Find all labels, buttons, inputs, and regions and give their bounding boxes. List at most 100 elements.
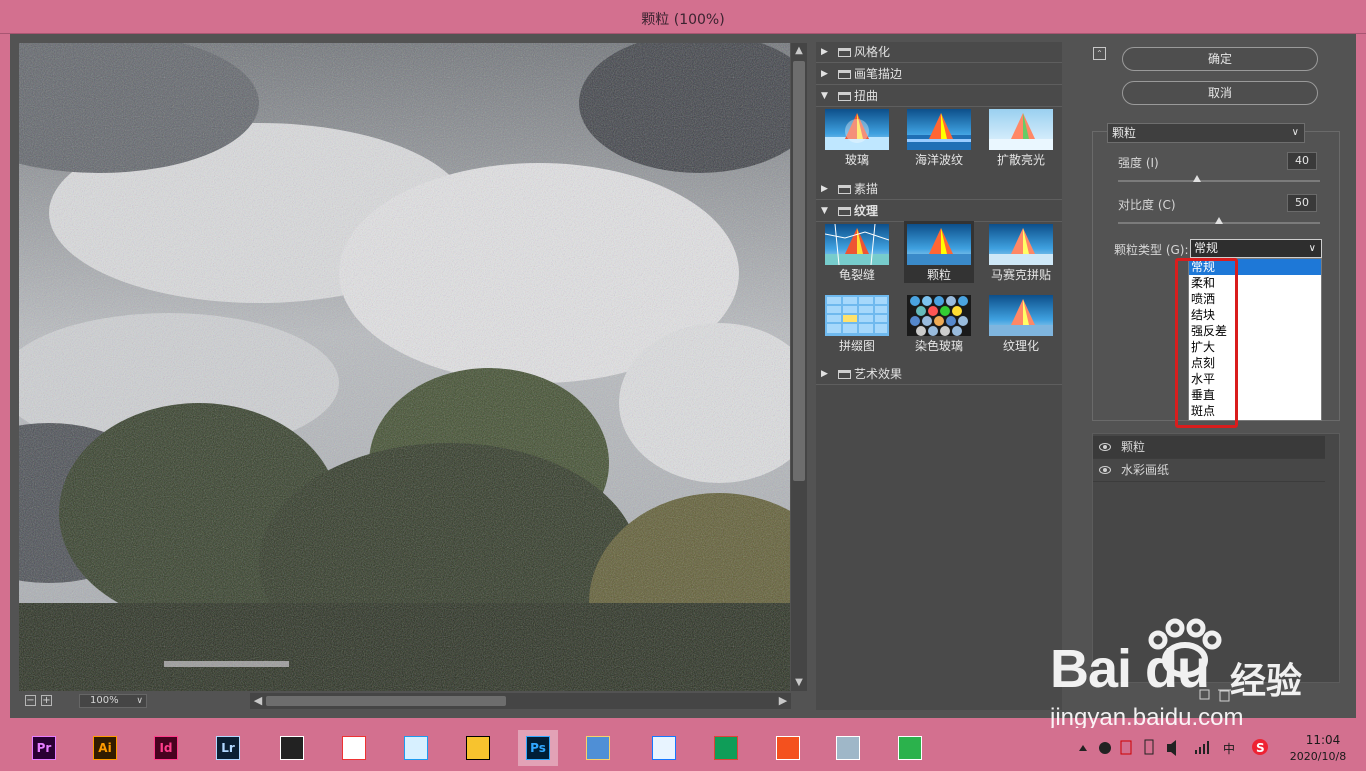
volume-icon — [1167, 740, 1176, 756]
filter-thumb-mosaic-tiles[interactable]: 马赛克拼贴 — [986, 221, 1056, 283]
taskbar-app-ai[interactable]: Ai — [85, 730, 125, 766]
scroll-down-arrow-icon[interactable]: ▼ — [791, 675, 807, 691]
photo-landscape — [19, 43, 790, 691]
usb-icon — [1144, 739, 1154, 755]
effect-layer-item[interactable]: 颗粒 — [1093, 436, 1325, 459]
category-label: 艺术效果 — [854, 367, 903, 381]
collapse-gallery-icon[interactable]: ⌃ — [1093, 47, 1106, 60]
contrast-input[interactable]: 50 — [1287, 194, 1317, 212]
thumb-image — [825, 109, 889, 150]
expand-arrow-icon: ▶ — [821, 47, 828, 57]
zoom-level-select[interactable]: 100% ∨ — [79, 694, 147, 708]
app-icon — [652, 736, 676, 760]
scroll-up-arrow-icon[interactable]: ▲ — [791, 43, 807, 59]
title-bar: 颗粒 (100%) — [0, 0, 1366, 34]
show-hidden-icons-icon — [1079, 745, 1087, 751]
category-brush-strokes[interactable]: ▶ 画笔描边 — [816, 64, 1062, 85]
category-stylize[interactable]: ▶ 风格化 — [816, 42, 1062, 63]
filter-thumb-stained-glass[interactable]: 染色玻璃 — [904, 292, 974, 354]
filter-type-select[interactable]: 颗粒 ∨ — [1107, 123, 1305, 143]
vertical-scroll-thumb[interactable] — [793, 61, 805, 481]
filter-thumb-texturizer[interactable]: 纹理化 — [986, 292, 1056, 354]
category-label: 画笔描边 — [854, 67, 903, 81]
taskbar-app-app-11[interactable] — [706, 730, 746, 766]
contrast-label: 对比度 (C) — [1118, 198, 1176, 212]
slider-handle[interactable] — [1215, 217, 1223, 224]
thumb-image — [907, 224, 971, 265]
zoom-in-button[interactable]: + — [41, 695, 52, 706]
image-preview[interactable] — [19, 43, 790, 691]
chevron-down-icon: ∨ — [1291, 127, 1299, 138]
taskbar-app-pr[interactable]: Pr — [24, 730, 64, 766]
clock-date[interactable]: 2020/10/8 — [1283, 750, 1353, 763]
eye-visibility-icon[interactable] — [1099, 466, 1111, 474]
zoom-out-button[interactable]: − — [25, 695, 36, 706]
app-icon — [898, 736, 922, 760]
filter-label: 马赛克拼贴 — [990, 268, 1051, 282]
horizontal-scroll-thumb[interactable] — [266, 696, 506, 706]
ok-button[interactable]: 确定 — [1122, 47, 1318, 71]
app-icon — [342, 736, 366, 760]
scroll-right-arrow-icon[interactable]: ▶ — [775, 693, 791, 709]
system-tray: 中 S 11:04 2020/10/8 — [1075, 728, 1366, 768]
category-sketch[interactable]: ▶ 素描 — [816, 179, 1062, 200]
filter-thumb-diffuse-glow[interactable]: 扩散亮光 — [986, 106, 1056, 168]
folder-open-icon — [838, 207, 851, 216]
taskbar-app-app-10[interactable] — [644, 730, 684, 766]
grain-type-select[interactable]: 常规 ∨ — [1190, 239, 1322, 258]
intensity-input[interactable]: 40 — [1287, 152, 1317, 170]
thumb-image — [989, 295, 1053, 336]
network-icon — [1195, 741, 1209, 754]
app-icon: Ai — [93, 736, 117, 760]
chevron-down-icon: ∨ — [136, 696, 143, 706]
taskbar-app-ps[interactable]: Ps — [518, 730, 558, 766]
folder-open-icon — [838, 92, 851, 101]
clock-time[interactable]: 11:04 — [1293, 733, 1353, 747]
app-icon — [586, 736, 610, 760]
scroll-left-arrow-icon[interactable]: ◀ — [250, 693, 266, 709]
filter-options-panel: ⌃ 确定 取消 颗粒 ∨ 强度 (I) 40 对比度 (C) 50 颗粒类型 (… — [1080, 42, 1340, 710]
category-label: 扭曲 — [854, 89, 879, 103]
thumb-image — [825, 224, 889, 265]
ime-indicator[interactable]: 中 — [1223, 740, 1235, 757]
taskbar-app-app-9[interactable] — [578, 730, 618, 766]
category-artistic[interactable]: ▶ 艺术效果 — [816, 364, 1062, 385]
category-label: 素描 — [854, 182, 879, 196]
svg-text:S: S — [1256, 741, 1265, 755]
intensity-slider[interactable] — [1118, 175, 1320, 182]
preview-horizontal-scrollbar[interactable]: ◀ ▶ — [250, 693, 791, 709]
filter-thumb-patchwork[interactable]: 拼缀图 — [822, 292, 892, 354]
filter-thumb-craquelure[interactable]: 龟裂缝 — [822, 221, 892, 283]
preview-vertical-scrollbar[interactable]: ▲ ▼ — [791, 43, 807, 691]
filter-label: 扩散亮光 — [996, 153, 1045, 167]
filter-thumb-grain-selected[interactable]: 颗粒 — [904, 221, 974, 283]
category-distort[interactable]: ▼ 扭曲 — [816, 86, 1062, 107]
filter-gallery: ▶ 风格化 ▶ 画笔描边 ▼ 扭曲 玻璃 海洋波纹 扩散亮光 ▶ 素描 ▼ 纹理… — [816, 42, 1062, 710]
taskbar-app-app-13[interactable] — [828, 730, 868, 766]
app-icon: Id — [154, 736, 178, 760]
taskbar-app-app-5[interactable] — [334, 730, 374, 766]
eye-visibility-icon[interactable] — [1099, 443, 1111, 451]
filter-thumb-glass[interactable]: 玻璃 — [822, 106, 892, 168]
contrast-slider[interactable] — [1118, 217, 1320, 224]
taskbar-app-id[interactable]: Id — [146, 730, 186, 766]
effect-layer-item[interactable]: 水彩画纸 — [1093, 459, 1325, 482]
slider-handle[interactable] — [1193, 175, 1202, 182]
flag-icon — [1120, 740, 1132, 755]
effect-layer-name: 颗粒 — [1121, 440, 1146, 454]
app-icon — [466, 736, 490, 760]
taskbar-app-lr[interactable]: Lr — [208, 730, 248, 766]
cancel-button[interactable]: 取消 — [1122, 81, 1318, 105]
sogou-ime-icon[interactable]: S — [1251, 738, 1269, 756]
grain-type-label: 颗粒类型 (G): — [1114, 243, 1189, 257]
taskbar-app-app-7[interactable] — [458, 730, 498, 766]
taskbar-app-app-12[interactable] — [768, 730, 808, 766]
taskbar-app-app-14[interactable] — [890, 730, 930, 766]
category-label: 纹理 — [854, 204, 879, 218]
baidu-jingyan-watermark: Bai du 经验 jingyan.baidu.com — [1040, 618, 1360, 738]
taskbar-app-app-4[interactable] — [272, 730, 312, 766]
filter-thumb-ocean-ripple[interactable]: 海洋波纹 — [904, 106, 974, 168]
app-icon: Ps — [526, 736, 550, 760]
taskbar-app-app-6[interactable] — [396, 730, 436, 766]
category-texture[interactable]: ▼ 纹理 — [816, 201, 1062, 222]
